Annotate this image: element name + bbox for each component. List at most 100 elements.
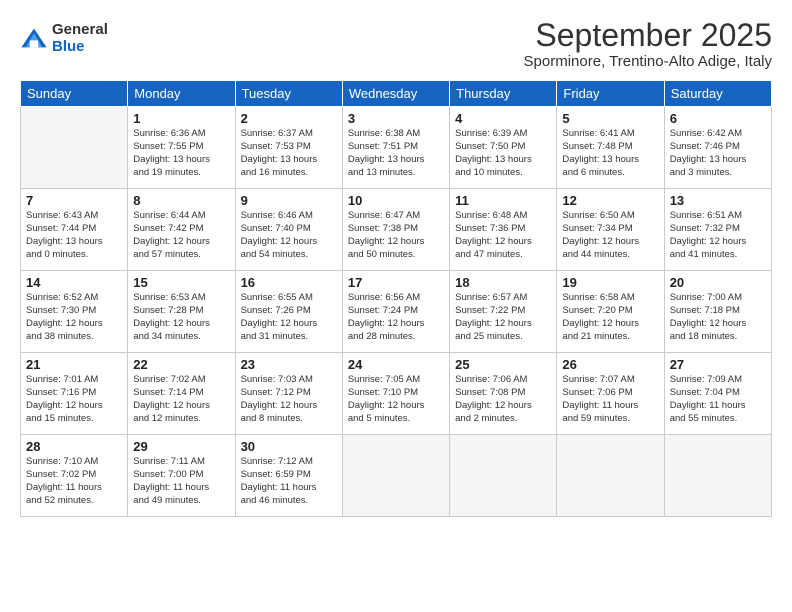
- day-cell: 9 Sunrise: 6:46 AMSunset: 7:40 PMDaylight…: [235, 189, 342, 271]
- day-info: Sunrise: 7:07 AMSunset: 7:06 PMDaylight:…: [562, 374, 658, 425]
- day-cell: [450, 435, 557, 517]
- day-info: Sunrise: 6:37 AMSunset: 7:53 PMDaylight:…: [241, 128, 337, 179]
- day-cell: 5 Sunrise: 6:41 AMSunset: 7:48 PMDaylight…: [557, 107, 664, 189]
- weekday-header-row: Sunday Monday Tuesday Wednesday Thursday…: [21, 81, 772, 107]
- day-number: 13: [670, 193, 766, 208]
- day-number: 14: [26, 275, 122, 290]
- day-info: Sunrise: 6:43 AMSunset: 7:44 PMDaylight:…: [26, 210, 122, 261]
- day-number: 17: [348, 275, 444, 290]
- week-row-2: 14 Sunrise: 6:52 AMSunset: 7:30 PMDayligh…: [21, 271, 772, 353]
- location-title: Sporminore, Trentino-Alto Adige, Italy: [524, 53, 772, 70]
- day-cell: 17 Sunrise: 6:56 AMSunset: 7:24 PMDayligh…: [342, 271, 449, 353]
- day-number: 29: [133, 439, 229, 454]
- day-cell: 3 Sunrise: 6:38 AMSunset: 7:51 PMDaylight…: [342, 107, 449, 189]
- day-cell: [342, 435, 449, 517]
- week-row-4: 28 Sunrise: 7:10 AMSunset: 7:02 PMDayligh…: [21, 435, 772, 517]
- day-info: Sunrise: 6:47 AMSunset: 7:38 PMDaylight:…: [348, 210, 444, 261]
- day-info: Sunrise: 6:42 AMSunset: 7:46 PMDaylight:…: [670, 128, 766, 179]
- day-info: Sunrise: 6:38 AMSunset: 7:51 PMDaylight:…: [348, 128, 444, 179]
- title-block: September 2025 Sporminore, Trentino-Alto…: [524, 18, 772, 70]
- day-info: Sunrise: 7:03 AMSunset: 7:12 PMDaylight:…: [241, 374, 337, 425]
- day-number: 15: [133, 275, 229, 290]
- day-cell: 29 Sunrise: 7:11 AMSunset: 7:00 PMDayligh…: [128, 435, 235, 517]
- day-info: Sunrise: 7:02 AMSunset: 7:14 PMDaylight:…: [133, 374, 229, 425]
- day-info: Sunrise: 7:06 AMSunset: 7:08 PMDaylight:…: [455, 374, 551, 425]
- day-number: 4: [455, 111, 551, 126]
- day-cell: 2 Sunrise: 6:37 AMSunset: 7:53 PMDaylight…: [235, 107, 342, 189]
- day-cell: 27 Sunrise: 7:09 AMSunset: 7:04 PMDayligh…: [664, 353, 771, 435]
- day-cell: 12 Sunrise: 6:50 AMSunset: 7:34 PMDayligh…: [557, 189, 664, 271]
- day-info: Sunrise: 7:01 AMSunset: 7:16 PMDaylight:…: [26, 374, 122, 425]
- day-cell: 6 Sunrise: 6:42 AMSunset: 7:46 PMDaylight…: [664, 107, 771, 189]
- day-info: Sunrise: 6:56 AMSunset: 7:24 PMDaylight:…: [348, 292, 444, 343]
- day-info: Sunrise: 6:39 AMSunset: 7:50 PMDaylight:…: [455, 128, 551, 179]
- day-number: 8: [133, 193, 229, 208]
- day-number: 30: [241, 439, 337, 454]
- header-saturday: Saturday: [664, 81, 771, 107]
- header-thursday: Thursday: [450, 81, 557, 107]
- day-number: 24: [348, 357, 444, 372]
- day-cell: 13 Sunrise: 6:51 AMSunset: 7:32 PMDayligh…: [664, 189, 771, 271]
- day-cell: [664, 435, 771, 517]
- day-info: Sunrise: 6:44 AMSunset: 7:42 PMDaylight:…: [133, 210, 229, 261]
- day-info: Sunrise: 7:09 AMSunset: 7:04 PMDaylight:…: [670, 374, 766, 425]
- day-info: Sunrise: 6:53 AMSunset: 7:28 PMDaylight:…: [133, 292, 229, 343]
- day-info: Sunrise: 7:11 AMSunset: 7:00 PMDaylight:…: [133, 456, 229, 507]
- day-info: Sunrise: 6:46 AMSunset: 7:40 PMDaylight:…: [241, 210, 337, 261]
- day-info: Sunrise: 6:51 AMSunset: 7:32 PMDaylight:…: [670, 210, 766, 261]
- day-cell: 28 Sunrise: 7:10 AMSunset: 7:02 PMDayligh…: [21, 435, 128, 517]
- day-number: 6: [670, 111, 766, 126]
- day-info: Sunrise: 6:41 AMSunset: 7:48 PMDaylight:…: [562, 128, 658, 179]
- week-row-1: 7Sunrise: 6:43 AMSunset: 7:44 PMDaylight…: [21, 189, 772, 271]
- day-info: Sunrise: 6:57 AMSunset: 7:22 PMDaylight:…: [455, 292, 551, 343]
- day-cell: 19Sunrise: 6:58 AMSunset: 7:20 PMDayligh…: [557, 271, 664, 353]
- day-number: 26: [562, 357, 658, 372]
- day-number: 19: [562, 275, 658, 290]
- day-number: 11: [455, 193, 551, 208]
- header-friday: Friday: [557, 81, 664, 107]
- header-monday: Monday: [128, 81, 235, 107]
- header: General Blue September 2025 Sporminore, …: [20, 18, 772, 70]
- week-row-3: 21Sunrise: 7:01 AMSunset: 7:16 PMDayligh…: [21, 353, 772, 435]
- day-number: 2: [241, 111, 337, 126]
- day-cell: 7Sunrise: 6:43 AMSunset: 7:44 PMDaylight…: [21, 189, 128, 271]
- day-number: 23: [241, 357, 337, 372]
- logo-blue: Blue: [52, 39, 108, 56]
- day-cell: 15 Sunrise: 6:53 AMSunset: 7:28 PMDayligh…: [128, 271, 235, 353]
- day-info: Sunrise: 7:05 AMSunset: 7:10 PMDaylight:…: [348, 374, 444, 425]
- day-cell: 21Sunrise: 7:01 AMSunset: 7:16 PMDayligh…: [21, 353, 128, 435]
- day-number: 20: [670, 275, 766, 290]
- day-number: 1: [133, 111, 229, 126]
- calendar-table: Sunday Monday Tuesday Wednesday Thursday…: [20, 80, 772, 517]
- day-cell: 24 Sunrise: 7:05 AMSunset: 7:10 PMDayligh…: [342, 353, 449, 435]
- day-cell: 10 Sunrise: 6:47 AMSunset: 7:38 PMDayligh…: [342, 189, 449, 271]
- day-cell: 26 Sunrise: 7:07 AMSunset: 7:06 PMDayligh…: [557, 353, 664, 435]
- day-number: 10: [348, 193, 444, 208]
- day-cell: 8 Sunrise: 6:44 AMSunset: 7:42 PMDaylight…: [128, 189, 235, 271]
- page: General Blue September 2025 Sporminore, …: [0, 0, 792, 612]
- month-title: September 2025: [524, 18, 772, 53]
- day-number: 3: [348, 111, 444, 126]
- day-info: Sunrise: 6:52 AMSunset: 7:30 PMDaylight:…: [26, 292, 122, 343]
- day-info: Sunrise: 6:50 AMSunset: 7:34 PMDaylight:…: [562, 210, 658, 261]
- day-cell: 20 Sunrise: 7:00 AMSunset: 7:18 PMDayligh…: [664, 271, 771, 353]
- day-info: Sunrise: 7:00 AMSunset: 7:18 PMDaylight:…: [670, 292, 766, 343]
- header-sunday: Sunday: [21, 81, 128, 107]
- day-info: Sunrise: 6:55 AMSunset: 7:26 PMDaylight:…: [241, 292, 337, 343]
- day-cell: [21, 107, 128, 189]
- day-info: Sunrise: 7:10 AMSunset: 7:02 PMDaylight:…: [26, 456, 122, 507]
- day-number: 25: [455, 357, 551, 372]
- day-number: 22: [133, 357, 229, 372]
- day-cell: 30Sunrise: 7:12 AMSunset: 6:59 PMDayligh…: [235, 435, 342, 517]
- day-number: 28: [26, 439, 122, 454]
- day-number: 27: [670, 357, 766, 372]
- day-number: 16: [241, 275, 337, 290]
- day-number: 9: [241, 193, 337, 208]
- header-tuesday: Tuesday: [235, 81, 342, 107]
- day-number: 12: [562, 193, 658, 208]
- week-row-0: 1 Sunrise: 6:36 AMSunset: 7:55 PMDaylight…: [21, 107, 772, 189]
- day-number: 5: [562, 111, 658, 126]
- day-info: Sunrise: 6:36 AMSunset: 7:55 PMDaylight:…: [133, 128, 229, 179]
- day-cell: 23 Sunrise: 7:03 AMSunset: 7:12 PMDayligh…: [235, 353, 342, 435]
- day-cell: [557, 435, 664, 517]
